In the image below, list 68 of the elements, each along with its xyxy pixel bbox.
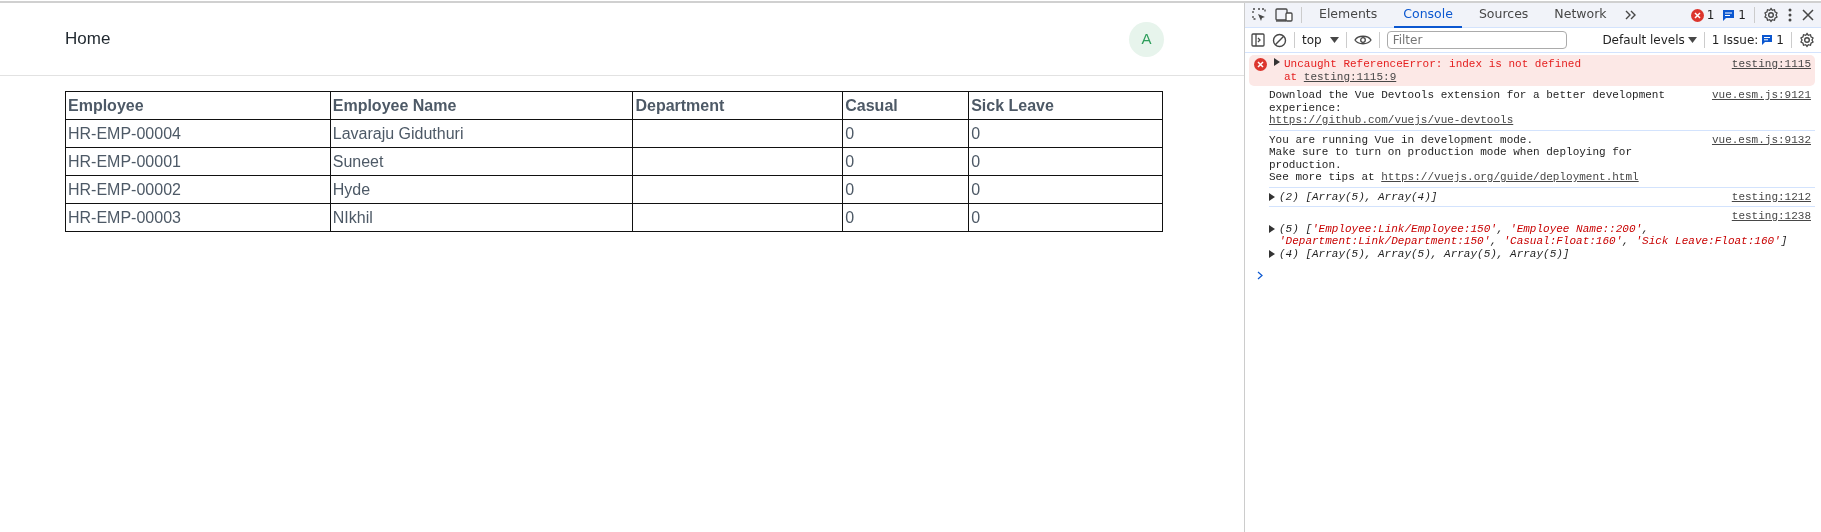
table-cell: Suneet (330, 147, 633, 176)
table-cell: 0 (842, 147, 969, 176)
source-link[interactable]: testing:1115:9 (1303, 70, 1397, 83)
array-preview: (4) [Array(5), Array(5), Array(5), Array(5)] (1279, 247, 1570, 260)
sidebar-icon[interactable] (1251, 33, 1265, 47)
table-cell: HR-EMP-00003 (65, 203, 331, 232)
message-link[interactable]: https://vuejs.org/guide/deployment.html (1381, 171, 1639, 183)
error-message: Uncaught ReferenceError: index is not defined (1284, 58, 1582, 71)
page-title: Home (65, 28, 111, 51)
settings-icon[interactable] (1763, 7, 1779, 23)
expand-icon[interactable] (1274, 58, 1280, 66)
array-preview: (2) [Array(5), Array(4)] (1279, 190, 1438, 203)
error-detail: at (1284, 70, 1299, 83)
inspect-icon[interactable] (1251, 7, 1267, 23)
message-count: 1 (1738, 7, 1746, 24)
settings-icon[interactable] (1799, 32, 1815, 48)
close-icon[interactable] (1801, 8, 1815, 22)
expand-icon[interactable] (1269, 249, 1275, 258)
array-preview: (5) ['Employee:Link/Employee:150', 'Employee Name::200', 'Department:Link/Department:150', 'Casual:Float:160', 'Sick Leave:Float:160'] (1279, 222, 1789, 248)
devtools-tab[interactable]: Sources (1469, 2, 1538, 28)
table-cell: NIkhil (330, 203, 633, 232)
source-link[interactable]: testing:1115 (1731, 58, 1811, 71)
error-count: 1 (1706, 7, 1715, 24)
source-link[interactable]: vue.esm.js:9121 (1711, 89, 1811, 102)
message-icon (1761, 34, 1774, 46)
filter-field[interactable]: Filter (1386, 31, 1567, 49)
message-link[interactable]: https://github.com/vuejs/vue-devtools (1269, 114, 1514, 126)
table-cell: 0 (968, 119, 1163, 148)
expand-icon[interactable] (1269, 192, 1275, 201)
log-message: You are running Vue in development mode. Make sure to turn on production mode when deploying for production. See more tips at https://vuejs.org/guide/deployment.html (1269, 133, 1640, 184)
table-cell: 0 (968, 147, 1163, 176)
caret-icon (1687, 37, 1697, 43)
devtools-tab[interactable]: Network (1545, 2, 1616, 28)
expand-icon[interactable] (1269, 224, 1275, 233)
error-icon (1690, 8, 1704, 22)
devtools-tab[interactable]: Console (1394, 2, 1462, 28)
table-cell: Lavaraju Giduthuri (330, 119, 633, 148)
clear-icon[interactable] (1272, 32, 1287, 48)
source-link[interactable]: vue.esm.js:9132 (1711, 133, 1811, 146)
column-header: Sick Leave (968, 91, 1163, 120)
table-cell: 0 (842, 203, 969, 232)
table-cell: HR-EMP-00004 (65, 119, 331, 148)
log-message: Download the Vue Devtools extension for a better development experience: https://github.com/vuejs/vue-devtools (1269, 89, 1667, 127)
caret-icon (1329, 37, 1339, 43)
message-icon (1722, 8, 1736, 22)
levels-dropdown[interactable]: Default levels (1602, 31, 1697, 49)
column-header: Employee Name (330, 91, 633, 120)
table-cell: HR-EMP-00001 (65, 147, 331, 176)
table-cell: Hyde (330, 175, 633, 204)
column-header: Department (632, 91, 843, 120)
table-cell: 0 (842, 175, 969, 204)
column-header: Casual (842, 91, 969, 120)
devtools-tab[interactable]: Elements (1310, 2, 1387, 28)
table-cell: HR-EMP-00002 (65, 175, 331, 204)
context-dropdown[interactable]: top (1302, 31, 1339, 49)
table-cell: 0 (968, 175, 1163, 204)
table-cell: 0 (842, 119, 969, 148)
kebab-menu-icon[interactable] (1787, 7, 1793, 23)
prompt-icon (1257, 271, 1263, 280)
issues-button[interactable]: 1 Issue: 1 (1711, 31, 1784, 49)
error-icon (1254, 58, 1267, 71)
eye-icon[interactable] (1353, 34, 1372, 46)
table-cell: 0 (968, 203, 1163, 232)
device-icon[interactable] (1275, 7, 1293, 23)
source-link[interactable]: testing:1212 (1731, 190, 1811, 203)
column-header: Employee (65, 91, 331, 120)
source-link[interactable]: testing:1238 (1731, 210, 1811, 222)
more-tabs-icon[interactable] (1623, 8, 1638, 22)
